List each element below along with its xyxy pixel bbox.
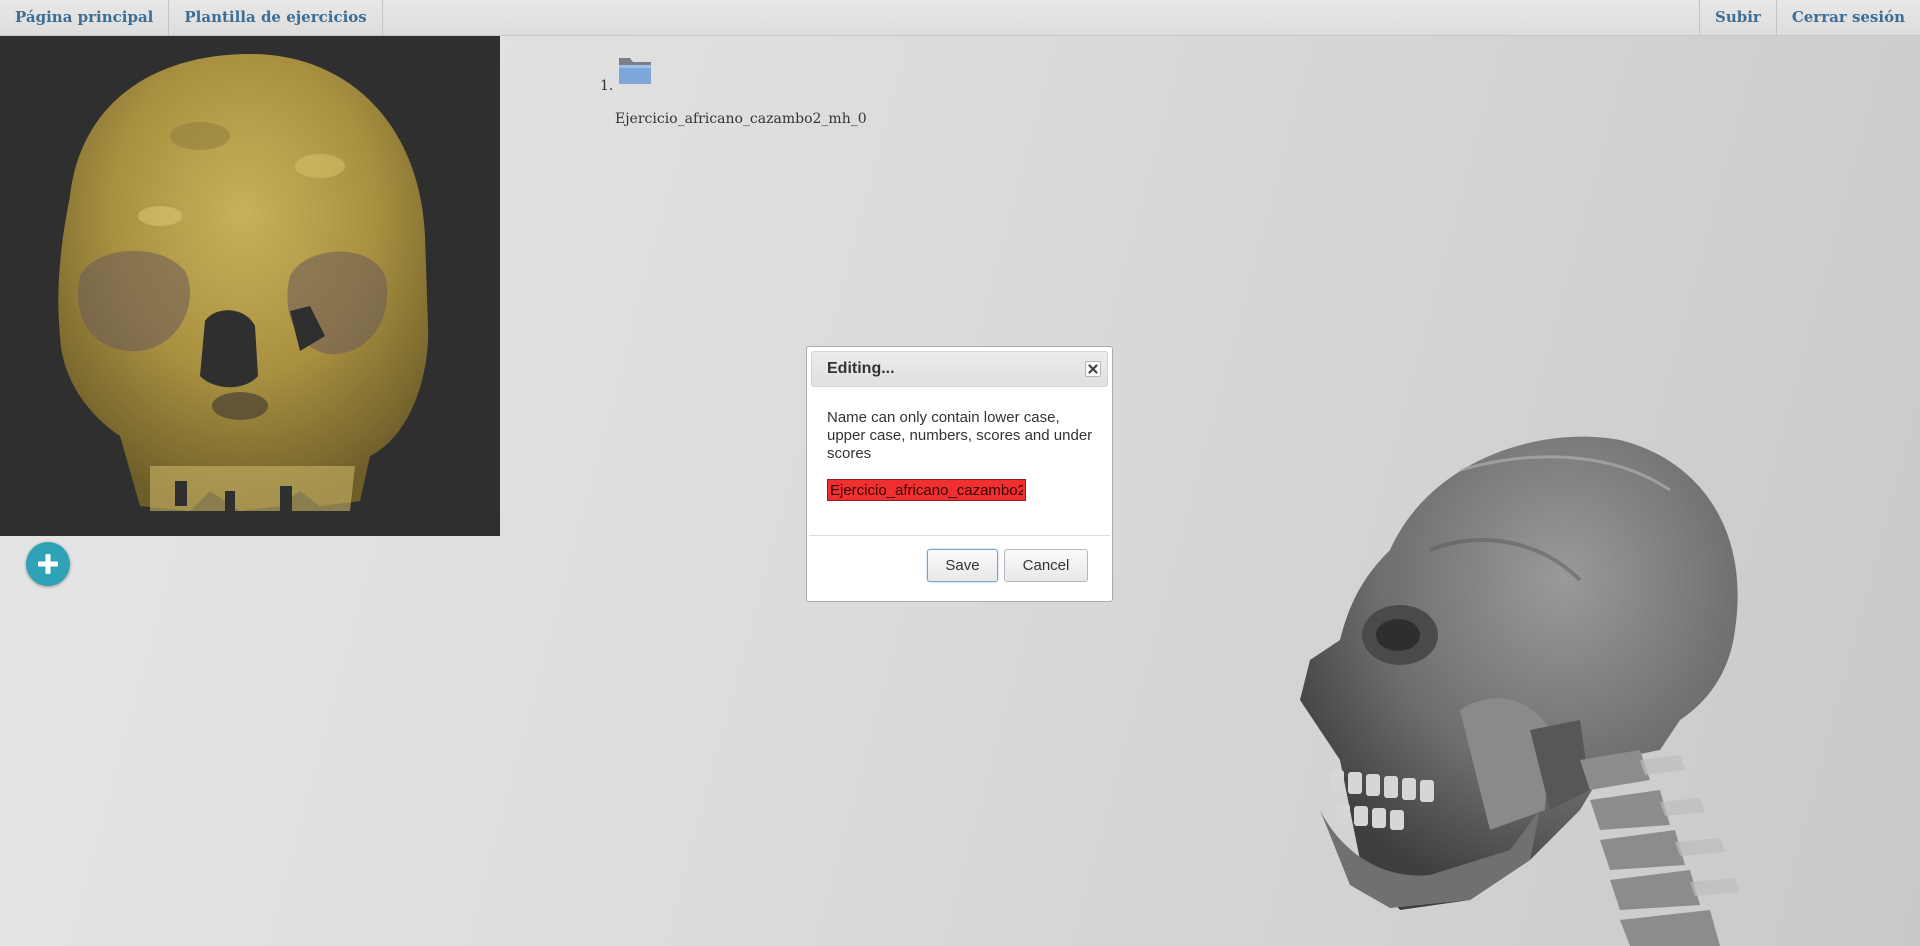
cancel-button[interactable]: Cancel xyxy=(1004,549,1088,582)
save-button[interactable]: Save xyxy=(927,549,998,582)
skull-front-image xyxy=(58,54,429,511)
add-button[interactable] xyxy=(26,542,70,586)
nav-right-group: Subir Cerrar sesión xyxy=(1698,0,1920,35)
nav-home-link[interactable]: Página principal xyxy=(0,0,170,35)
dialog-divider xyxy=(809,535,1110,536)
dialog-title: Editing... xyxy=(827,360,895,377)
list-item-index: 1. xyxy=(600,78,614,94)
top-navigation-bar: Página principal Plantilla de ejercicios… xyxy=(0,0,1920,36)
list-item-name[interactable]: Ejercicio_africano_cazambo2_mh_0 xyxy=(615,111,867,127)
skull-side-image xyxy=(1280,430,1760,946)
nav-logout-link[interactable]: Cerrar sesión xyxy=(1775,0,1920,35)
edit-name-dialog: Editing... Name can only contain lower c… xyxy=(806,346,1113,602)
dialog-titlebar[interactable]: Editing... xyxy=(811,351,1108,387)
name-input[interactable] xyxy=(827,479,1026,501)
close-icon xyxy=(1088,364,1098,374)
nav-upload-link[interactable]: Subir xyxy=(1698,0,1776,35)
skull-preview-panel xyxy=(0,36,500,536)
nav-exercise-template-link[interactable]: Plantilla de ejercicios xyxy=(169,0,383,35)
validation-message: Name can only contain lower case, upper … xyxy=(827,409,1093,462)
plus-icon xyxy=(38,554,58,574)
close-button[interactable] xyxy=(1085,361,1101,377)
nav-left-group: Página principal Plantilla de ejercicios xyxy=(0,0,383,35)
folder-icon[interactable] xyxy=(617,54,653,90)
